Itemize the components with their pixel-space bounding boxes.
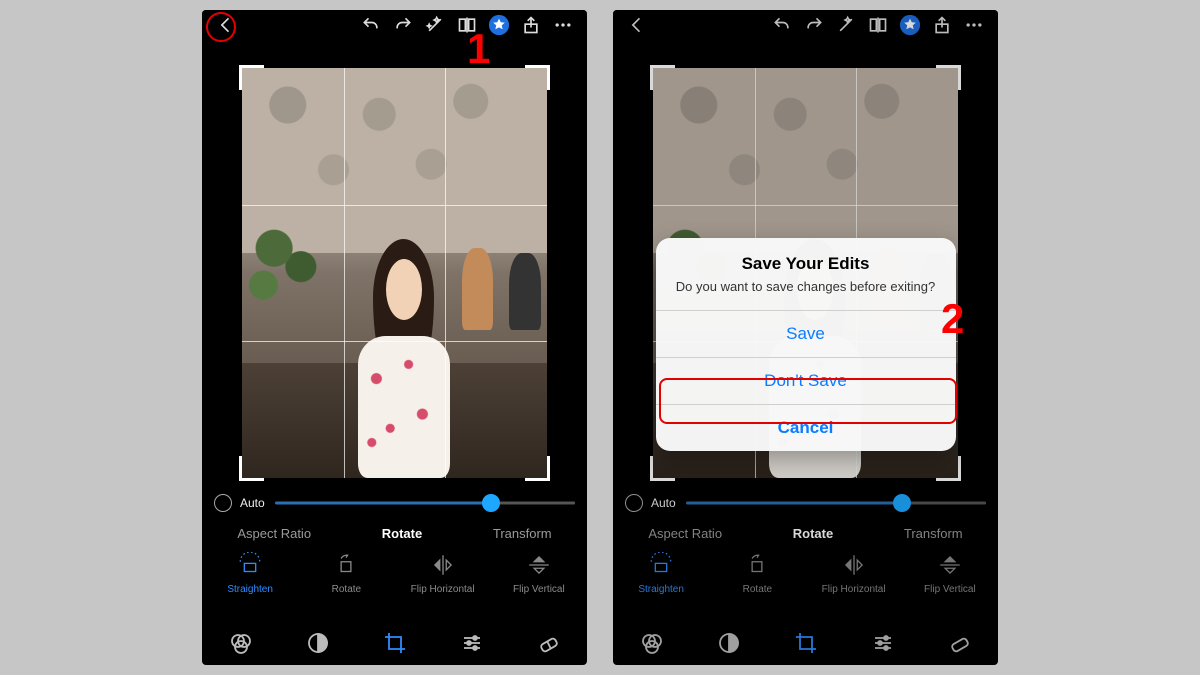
tool-flip-h-label: Flip Horizontal	[411, 584, 475, 595]
photo-subject	[340, 224, 468, 478]
filters-icon[interactable]	[227, 629, 255, 657]
back-icon[interactable]	[214, 13, 238, 37]
crop-icon[interactable]	[381, 629, 409, 657]
redo-icon[interactable]	[391, 13, 415, 37]
tab-transform[interactable]: Transform	[487, 522, 558, 545]
crop-handle-bl[interactable]	[239, 456, 264, 481]
photo-background-people	[462, 248, 541, 330]
crop-handle-br[interactable]	[525, 456, 550, 481]
dialog-message: Do you want to save changes before exiti…	[674, 278, 938, 296]
straighten-slider-row: Auto	[214, 488, 575, 518]
crop-tabs: Aspect Ratio Rotate Transform	[202, 522, 587, 545]
save-edits-dialog: Save Your Edits Do you want to save chan…	[656, 238, 956, 451]
tool-flip-horizontal[interactable]: Flip Horizontal	[395, 552, 491, 595]
auto-label: Auto	[240, 496, 265, 510]
editor-topbar	[202, 10, 587, 40]
premium-star-icon[interactable]	[487, 13, 511, 37]
tab-aspect-ratio[interactable]: Aspect Ratio	[231, 522, 317, 545]
photo-plants	[242, 199, 349, 322]
phone-screen-step1: Auto Aspect Ratio Rotate Transform Strai…	[202, 10, 587, 665]
adjust-icon[interactable]	[458, 629, 486, 657]
step-number-2: 2	[941, 298, 964, 340]
undo-icon[interactable]	[359, 13, 383, 37]
auto-toggle[interactable]	[214, 494, 232, 512]
dialog-dont-save-button[interactable]: Don't Save	[656, 357, 956, 404]
dialog-cancel-button[interactable]: Cancel	[656, 404, 956, 451]
magic-wand-icon[interactable]	[423, 13, 447, 37]
more-icon[interactable]	[551, 13, 575, 37]
tool-flip-vertical[interactable]: Flip Vertical	[491, 552, 587, 595]
contrast-icon[interactable]	[304, 629, 332, 657]
tool-rotate[interactable]: Rotate	[298, 552, 394, 595]
tool-straighten[interactable]: Straighten	[202, 552, 298, 595]
straighten-slider[interactable]	[275, 493, 575, 513]
tool-straighten-label: Straighten	[227, 584, 273, 595]
slider-thumb[interactable]	[482, 494, 500, 512]
step-number-1: 1	[467, 28, 490, 70]
editor-bottombar	[202, 621, 587, 665]
tool-flip-v-label: Flip Vertical	[513, 584, 565, 595]
photo-canvas[interactable]	[242, 68, 547, 478]
tab-rotate[interactable]: Rotate	[376, 522, 428, 545]
crop-handle-tr[interactable]	[525, 65, 550, 90]
dialog-title: Save Your Edits	[674, 254, 938, 274]
tool-rotate-label: Rotate	[332, 584, 361, 595]
crop-handle-tl[interactable]	[239, 65, 264, 90]
rotate-tools: Straighten Rotate Flip Horizontal Flip V…	[202, 552, 587, 618]
heal-icon[interactable]	[535, 629, 563, 657]
share-icon[interactable]	[519, 13, 543, 37]
tutorial-stage: Auto Aspect Ratio Rotate Transform Strai…	[0, 0, 1200, 675]
dialog-save-button[interactable]: Save	[656, 310, 956, 357]
